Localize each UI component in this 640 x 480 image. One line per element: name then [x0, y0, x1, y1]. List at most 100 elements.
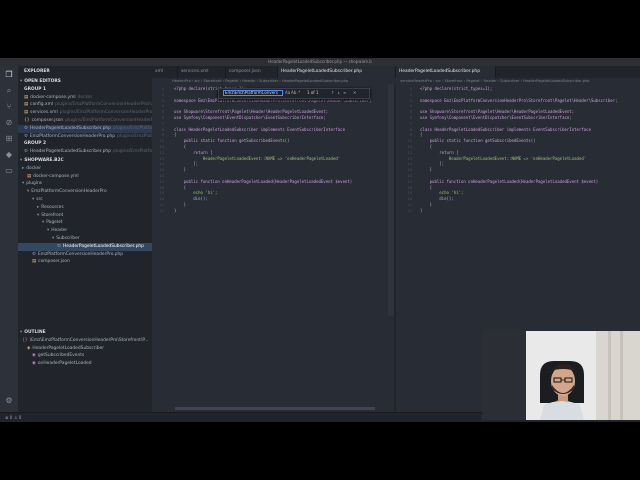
open-editor-item[interactable]: ▤ services.xml plugins/EmzPlatformConversi…: [18, 109, 152, 117]
find-input[interactable]: [223, 90, 283, 96]
tab-left-1[interactable]: services.xml: [178, 66, 226, 78]
open-editor-item[interactable]: ⚙ HeaderPageletLoadedSubscriber.php plugin…: [18, 124, 152, 133]
tree-file[interactable]: ▤ composer.json: [18, 258, 152, 266]
tree-folder-label: Header: [51, 228, 68, 234]
open-editor-item[interactable]: ⚙ EmzPlatformConversionHeaderPro.php plugi…: [18, 133, 152, 141]
errors-count[interactable]: ⊗ 0: [5, 413, 12, 422]
source-control-icon[interactable]: ⑂: [4, 102, 14, 112]
editor-tabs: xml services.xml composer.json HeaderPagele…: [152, 66, 640, 78]
files-icon[interactable]: ❐: [4, 70, 14, 80]
selection-filter-icon[interactable]: ≡: [343, 90, 346, 96]
open-editor-item[interactable]: {} composer.json plugins/EmzPlatformConver…: [18, 117, 152, 125]
file-icon: ▤: [32, 259, 37, 265]
tree-folder[interactable]: ▾ EmzPlatformConversionHeaderPro: [18, 188, 152, 196]
tree-folder[interactable]: ▸ docker: [18, 165, 152, 173]
open-editor-item[interactable]: ▤ docker-compose.yml docker: [18, 94, 152, 102]
docker-icon[interactable]: ◆: [4, 150, 14, 160]
outline-item[interactable]: {} \Emz\EmzPlatformConversionHeaderPro\St…: [18, 337, 152, 345]
editor-left[interactable]: 1 <?php declare(strict_types=1); 2 3 namespa…: [152, 84, 394, 412]
tab-left-2[interactable]: composer.json: [226, 66, 278, 78]
whole-word-button[interactable]: Ab: [291, 90, 296, 96]
presenter-photo: [482, 331, 640, 420]
code-line: }: [174, 207, 177, 213]
tree-folder-label: plugins: [26, 181, 43, 187]
file-icon: ▤: [24, 94, 29, 100]
tree-folder[interactable]: ▾ Subscriber: [18, 235, 152, 243]
extensions-icon[interactable]: ⊞: [4, 134, 14, 144]
code-line: HeaderPageletLoadedEvent::NAME => 'onHea…: [420, 155, 587, 161]
code-line: }: [420, 167, 433, 173]
group1-heading[interactable]: GROUP 1: [18, 86, 152, 94]
chevron-down-icon: ▾: [52, 236, 55, 241]
code-line: class HeaderPageletLoadedSubscriber impl…: [420, 126, 591, 132]
open-editor-item-path: plugins/EmzPlatformConversionHeaderPro/s…: [59, 110, 152, 116]
explorer-sidebar: EXPLORER ▾ OPEN EDITORS GROUP 1 ▤ docker-comp…: [18, 66, 152, 412]
line-number: 22: [159, 208, 164, 213]
chevron-down-icon: ▾: [47, 228, 50, 234]
open-editor-item-label: composer.json: [31, 118, 64, 123]
tree-file[interactable]: ▤ docker-compose.yml: [18, 173, 152, 181]
group1-heading-label: GROUP 1: [24, 86, 47, 92]
tree-folder[interactable]: ▸ Resources: [18, 204, 152, 212]
file-icon: ⚙: [57, 243, 61, 249]
outline-item[interactable]: ◈ HeaderPageletLoadedSubscriber: [18, 345, 152, 353]
tree-folder-label: Resources: [41, 204, 64, 210]
tree-file-label: HeaderPageletLoadedSubscriber.php: [62, 243, 144, 249]
chevron-right-icon: ▸: [37, 204, 40, 210]
open-editor-item-label: EmzPlatformConversionHeaderPro.php: [29, 133, 116, 139]
chevron-down-icon: ▾: [20, 330, 23, 335]
tree-file[interactable]: ⚙ HeaderPageletLoadedSubscriber.php: [18, 242, 152, 251]
tree-file[interactable]: ⚙ EmzPlatformConversionHeaderPro.php: [18, 251, 152, 259]
horizontal-scrollbar[interactable]: [175, 407, 375, 410]
tab-right-0[interactable]: HeaderPageletLoadedSubscriber.php: [396, 66, 496, 78]
file-icon: ⚙: [24, 125, 28, 131]
file-icon: ⚙: [24, 133, 28, 139]
tree-folder[interactable]: ▾ Storefront: [18, 212, 152, 220]
close-icon[interactable]: ✕: [353, 90, 356, 96]
open-editor-item[interactable]: ⚙ HeaderPageletLoadedSubscriber.php plugin…: [18, 148, 152, 156]
file-icon: {}: [24, 118, 30, 123]
method-icon: ◉: [32, 361, 36, 367]
next-match-icon[interactable]: ↓: [337, 90, 340, 96]
webcam-overlay: [482, 331, 640, 420]
open-editor-item-path: plugins/EmzPlatformConversionHeaderPro/s…: [112, 149, 152, 155]
explorer-heading-label: EXPLORER: [24, 69, 50, 74]
chevron-down-icon: ▾: [22, 181, 25, 187]
workspace-section[interactable]: ▾ SHOPWARE.B2C: [18, 157, 152, 165]
gear-icon[interactable]: ⚙: [4, 396, 14, 406]
file-icon: ▤: [27, 173, 32, 179]
tree-folder[interactable]: ▾ Pagelet: [18, 219, 152, 227]
outline-item[interactable]: ◉ onHeaderPageletLoaded: [18, 360, 152, 368]
previous-match-icon[interactable]: ↑: [331, 90, 334, 96]
outline-item[interactable]: ◉ getSubscribedEvents: [18, 352, 152, 360]
regex-button[interactable]: .*: [297, 90, 300, 96]
search-icon[interactable]: ⌕: [4, 86, 14, 96]
tree-file-label: composer.json: [38, 259, 70, 265]
window-titlebar: HeaderPageletLoadedSubscriber.php — shop…: [0, 58, 640, 66]
open-editor-item-label: HeaderPageletLoadedSubscriber.php: [29, 149, 111, 155]
tree-folder[interactable]: ▾ Header: [18, 227, 152, 235]
split-divider[interactable]: [394, 84, 396, 412]
tree-folder[interactable]: ▾ plugins: [18, 180, 152, 188]
chevron-down-icon: ▾: [42, 220, 45, 226]
find-widget: Aa Ab .* 1 of 1 ↑ ↓ ≡ ✕: [218, 88, 370, 99]
outline-section[interactable]: ▾ OUTLINE: [18, 329, 152, 337]
outline-item-label: \Emz\EmzPlatformConversionHeaderPro\Stor…: [29, 337, 149, 343]
tab-left-0[interactable]: xml: [152, 66, 178, 78]
explorer-heading: EXPLORER: [18, 68, 152, 76]
tree-file-label: EmzPlatformConversionHeaderPro.php: [37, 251, 124, 257]
tree-folder-label: Storefront: [41, 212, 64, 218]
tab-left-3[interactable]: HeaderPageletLoadedSubscriber.php: [278, 66, 396, 78]
open-editors-section[interactable]: ▾ OPEN EDITORS: [18, 78, 152, 86]
match-case-button[interactable]: Aa: [285, 90, 290, 96]
window-title: HeaderPageletLoadedSubscriber.php — shop…: [268, 59, 372, 64]
debug-icon[interactable]: ⊘: [4, 118, 14, 128]
open-editor-item-path: docker: [77, 94, 93, 100]
remote-icon[interactable]: ▭: [4, 166, 14, 176]
tree-folder[interactable]: ▾ src: [18, 196, 152, 204]
open-editor-item[interactable]: ▤ config.xml plugins/EmzPlatformConversion…: [18, 101, 152, 109]
warnings-count[interactable]: ⚠ 0: [14, 413, 21, 422]
tree-folder-label: EmzPlatformConversionHeaderPro: [31, 189, 107, 195]
open-editor-item-label: docker-compose.yml: [30, 94, 76, 100]
group2-heading[interactable]: GROUP 2: [18, 140, 152, 148]
